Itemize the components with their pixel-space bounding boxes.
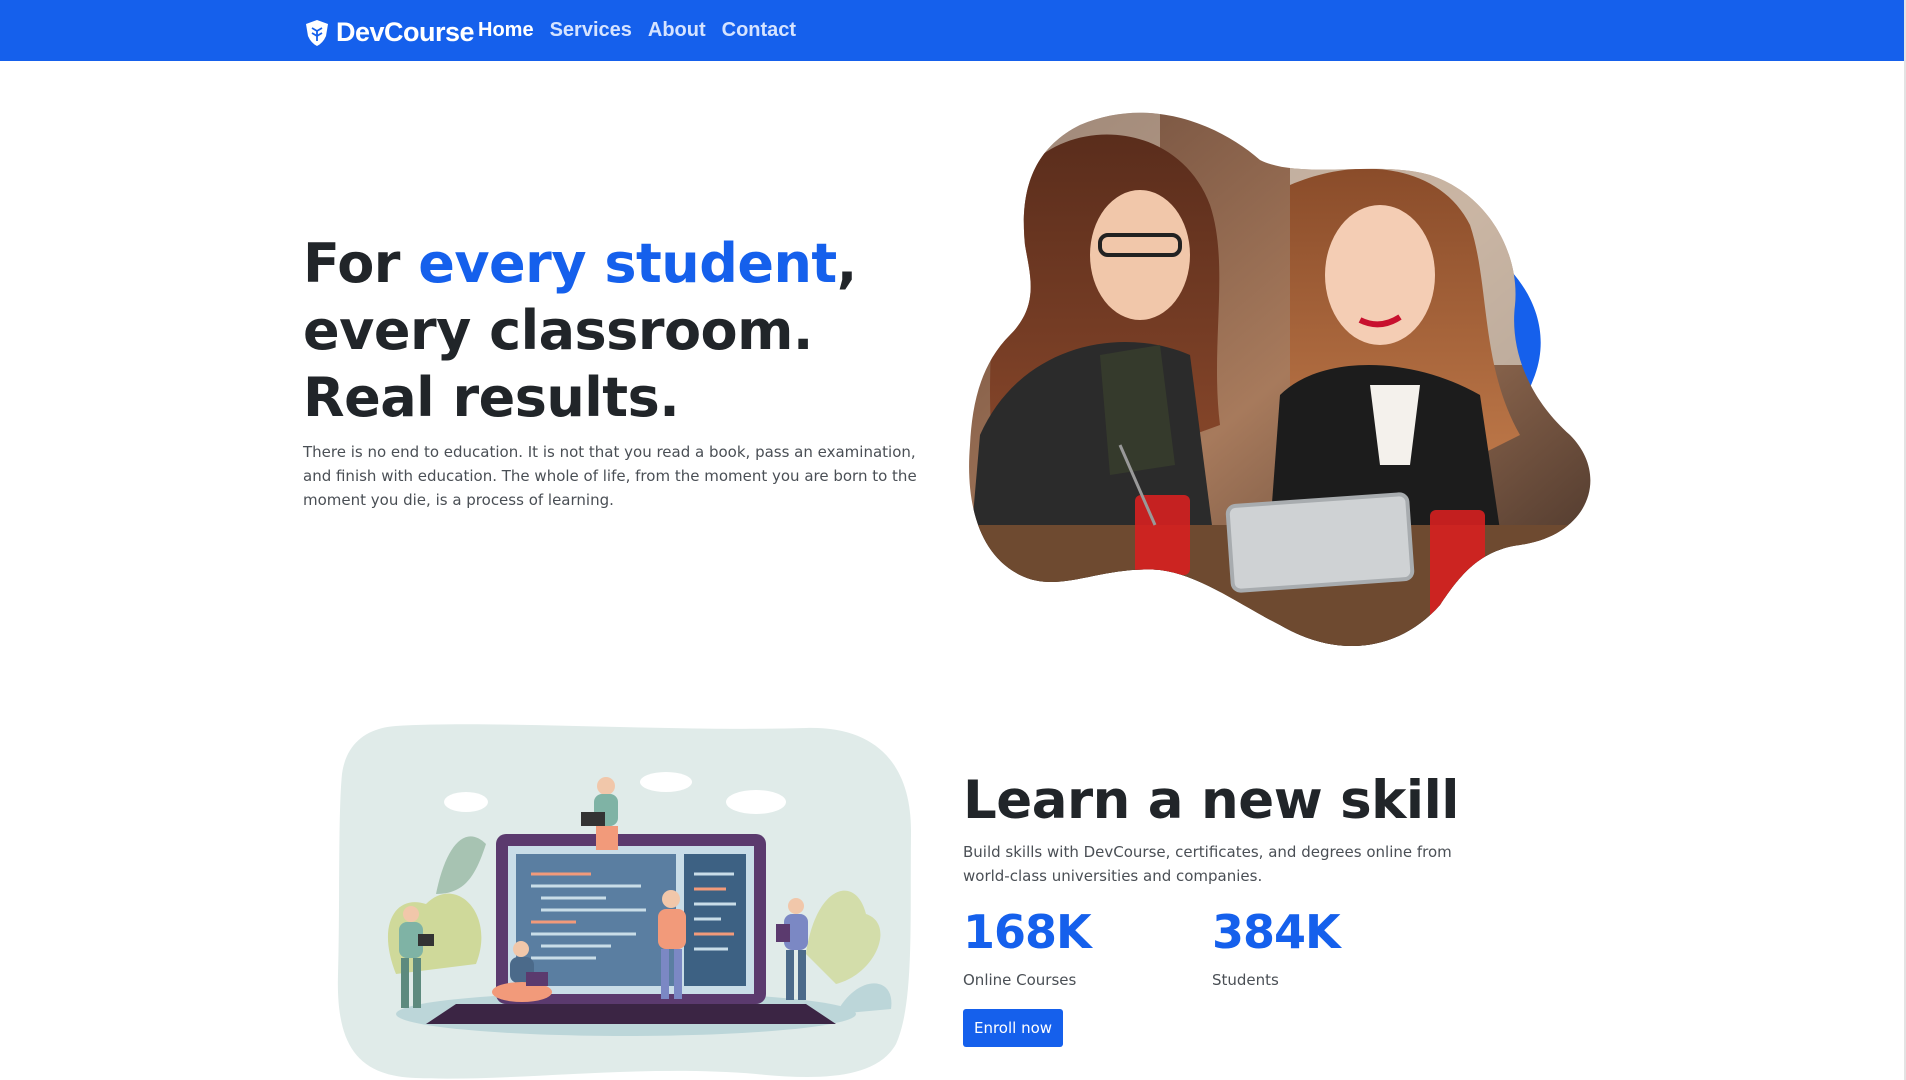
- stat-label: Online Courses: [963, 971, 1077, 989]
- hero-title: For every student, every classroom. Real…: [303, 230, 943, 431]
- main-nav: Home Services About Contact: [478, 19, 796, 42]
- stat-online-courses: 168K Online Courses: [963, 905, 1092, 989]
- nav-contact[interactable]: Contact: [722, 19, 796, 42]
- nav-home[interactable]: Home: [478, 19, 534, 42]
- nav-services[interactable]: Services: [550, 19, 632, 42]
- shield-logo-icon: [306, 19, 328, 46]
- hero-students-image: [969, 112, 1591, 647]
- enroll-now-button[interactable]: Enroll now: [963, 1009, 1063, 1047]
- stat-value: 384K: [1212, 905, 1341, 959]
- hero-title-part1: For: [303, 232, 419, 295]
- hero-description: There is no end to education. It is not …: [303, 443, 917, 509]
- stat-students: 384K Students: [1212, 905, 1341, 989]
- skill-section-description: Build skills with DevCourse, certificate…: [963, 843, 1452, 885]
- online-learning-illustration: [337, 724, 912, 1079]
- brand-logo[interactable]: DevCourse: [304, 17, 475, 48]
- nav-about[interactable]: About: [648, 19, 706, 42]
- brand-name: DevCourse: [336, 17, 475, 47]
- stat-value: 168K: [963, 905, 1092, 959]
- top-navbar: DevCourse Home Services About Contact: [0, 0, 1906, 61]
- stat-label: Students: [1212, 971, 1279, 989]
- skill-section-title: Learn a new skill: [963, 770, 1459, 831]
- hero-title-accent: every student: [418, 232, 837, 295]
